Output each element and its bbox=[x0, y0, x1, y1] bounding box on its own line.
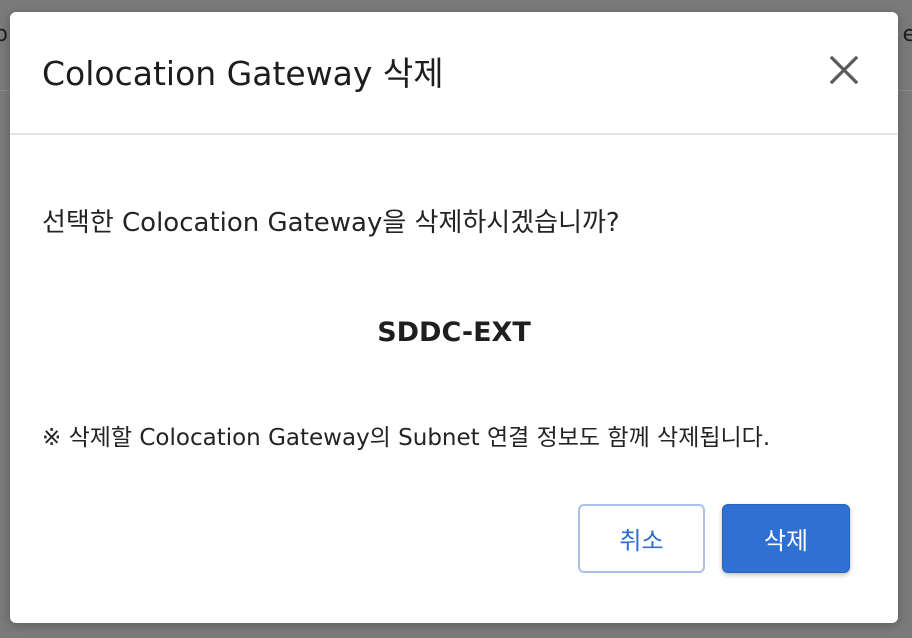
delete-gateway-dialog: Colocation Gateway 삭제 선택한 Colocation Gat… bbox=[10, 12, 898, 623]
close-icon bbox=[829, 55, 859, 85]
background-text-fragment-left: p bbox=[0, 22, 8, 47]
delete-note: ※ 삭제할 Colocation Gateway의 Subnet 연결 정보도 … bbox=[42, 425, 771, 451]
background-text-fragment-right: e bbox=[902, 22, 912, 47]
delete-button[interactable]: 삭제 bbox=[722, 504, 850, 573]
close-button[interactable] bbox=[824, 50, 864, 90]
cancel-button[interactable]: 취소 bbox=[578, 504, 705, 573]
dialog-title: Colocation Gateway 삭제 bbox=[42, 54, 444, 93]
target-gateway-name: SDDC-EXT bbox=[377, 317, 531, 348]
dialog-header: Colocation Gateway 삭제 bbox=[10, 12, 898, 135]
confirm-message: 선택한 Colocation Gateway을 삭제하시겠습니까? bbox=[42, 208, 620, 238]
